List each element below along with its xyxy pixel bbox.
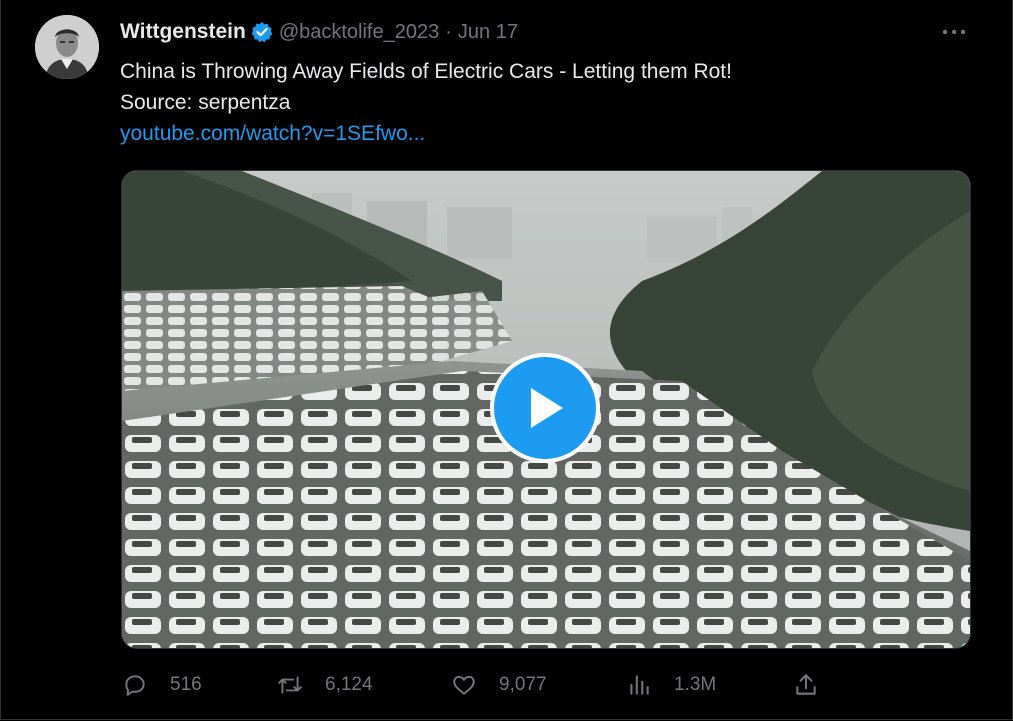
reply-icon — [125, 675, 145, 696]
tweet-text: China is Throwing Away Fields of Electri… — [120, 56, 960, 149]
verified-badge-icon — [251, 21, 273, 43]
like-count: 9,077 — [499, 674, 547, 695]
retweet-count: 6,124 — [325, 674, 373, 695]
views-chart-icon — [630, 675, 649, 695]
reply-button[interactable]: 516 — [122, 670, 202, 700]
tweet-header: Wittgenstein @backtolife_2023 · Jun 17 — [120, 17, 518, 47]
reply-count: 516 — [170, 674, 202, 695]
tweet-source-line: Source: serpentza — [120, 91, 291, 114]
share-button[interactable] — [793, 670, 819, 700]
retweet-icon — [278, 676, 302, 694]
avatar[interactable] — [35, 15, 99, 79]
share-icon — [796, 674, 816, 695]
tweet-text-line: China is Throwing Away Fields of Electri… — [120, 60, 732, 83]
author-handle[interactable]: @backtolife_2023 — [279, 21, 439, 44]
play-icon — [531, 388, 563, 428]
heart-icon — [453, 675, 475, 695]
separator-dot: · — [445, 20, 452, 43]
author-name[interactable]: Wittgenstein — [120, 20, 246, 44]
play-button[interactable] — [490, 353, 600, 463]
tweet-date[interactable]: Jun 17 — [458, 21, 518, 44]
tweet-link[interactable]: youtube.com/watch?v=1SEfwo... — [120, 118, 960, 149]
more-options-icon[interactable] — [939, 19, 969, 45]
like-button[interactable]: 9,077 — [451, 670, 547, 700]
views-count: 1.3M — [674, 674, 717, 695]
views-button[interactable]: 1.3M — [626, 670, 716, 700]
retweet-button[interactable]: 6,124 — [277, 670, 373, 700]
tweet-actions: 516 6,124 9,077 1.3M — [1, 670, 1013, 700]
tweet-card[interactable]: Wittgenstein @backtolife_2023 · Jun 17 C… — [0, 0, 1013, 720]
